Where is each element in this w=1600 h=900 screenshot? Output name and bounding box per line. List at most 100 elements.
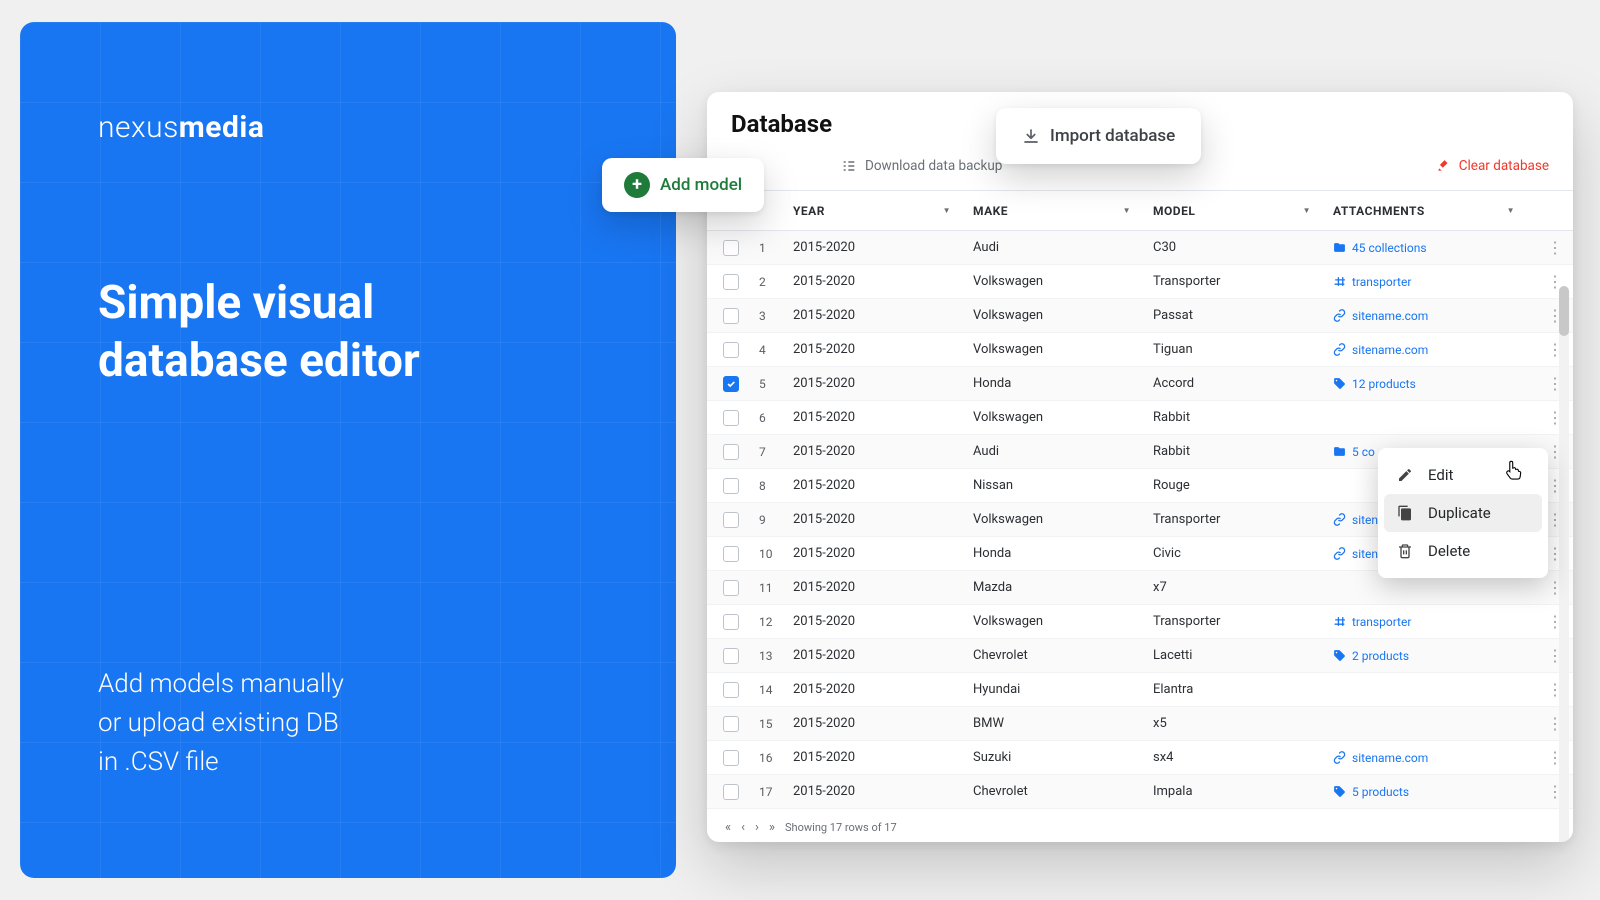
table-row[interactable]: 6 2015-2020 Volkswagen Rabbit ⋮ [707, 401, 1573, 435]
page-last-button[interactable]: » [769, 820, 775, 835]
row-checkbox[interactable] [723, 342, 739, 358]
cell-make: Audi [973, 240, 1153, 255]
cell-attachments: 12 products [1333, 377, 1537, 391]
row-checkbox[interactable] [723, 308, 739, 324]
scrollbar[interactable] [1559, 286, 1569, 842]
scrollbar-thumb[interactable] [1559, 286, 1569, 336]
cell-make: Honda [973, 546, 1153, 561]
table-row[interactable]: 14 2015-2020 Hyundai Elantra ⋮ [707, 673, 1573, 707]
add-model-button[interactable]: + Add model [602, 158, 764, 212]
row-checkbox[interactable] [723, 240, 739, 256]
cell-year: 2015-2020 [793, 342, 973, 357]
table-row[interactable]: 17 2015-2020 Chevrolet Impala 5 products… [707, 775, 1573, 809]
cell-model: sx4 [1153, 750, 1333, 765]
row-index: 4 [759, 343, 793, 357]
attachment-link[interactable]: 12 products [1333, 377, 1537, 391]
cell-model: Lacetti [1153, 648, 1333, 663]
cell-make: Volkswagen [973, 410, 1153, 425]
row-checkbox[interactable] [723, 512, 739, 528]
row-checkbox[interactable] [723, 648, 739, 664]
row-checkbox[interactable] [723, 580, 739, 596]
attachment-link[interactable]: sitename.com [1333, 343, 1537, 357]
col-model[interactable]: MODEL▼ [1153, 204, 1333, 218]
hero-headline: Simple visual database editor [98, 275, 598, 390]
cell-attachments: transporter [1333, 275, 1537, 289]
cell-model: Accord [1153, 376, 1333, 391]
row-checkbox[interactable] [723, 410, 739, 426]
table-row[interactable]: 15 2015-2020 BMW x5 ⋮ [707, 707, 1573, 741]
table-row[interactable]: 12 2015-2020 Volkswagen Transporter tran… [707, 605, 1573, 639]
row-index: 11 [759, 581, 793, 595]
ctx-delete[interactable]: Delete [1384, 532, 1542, 570]
row-index: 17 [759, 785, 793, 799]
hero-panel: nexusmedia Simple visual database editor… [20, 22, 676, 878]
attachment-link[interactable]: 2 products [1333, 649, 1537, 663]
table-row[interactable]: 3 2015-2020 Volkswagen Passat sitename.c… [707, 299, 1573, 333]
table-row[interactable]: 16 2015-2020 Suzuki sx4 sitename.com ⋮ [707, 741, 1573, 775]
cell-year: 2015-2020 [793, 648, 973, 663]
download-backup-button[interactable]: Download data backup [841, 158, 1002, 174]
attachment-link[interactable]: transporter [1333, 615, 1537, 629]
attachment-link[interactable]: sitename.com [1333, 751, 1537, 765]
col-attachments[interactable]: ATTACHMENTS▼ [1333, 204, 1537, 218]
row-index: 14 [759, 683, 793, 697]
cell-model: Impala [1153, 784, 1333, 799]
row-more-button[interactable]: ⋮ [1537, 238, 1573, 257]
cell-attachments: 2 products [1333, 649, 1537, 663]
row-index: 5 [759, 377, 793, 391]
row-index: 16 [759, 751, 793, 765]
cell-year: 2015-2020 [793, 444, 973, 459]
row-checkbox[interactable] [723, 716, 739, 732]
row-index: 10 [759, 547, 793, 561]
pencil-icon [1396, 466, 1414, 484]
import-database-button[interactable]: Import database [996, 108, 1201, 164]
duplicate-icon [1396, 504, 1414, 522]
cell-make: Suzuki [973, 750, 1153, 765]
row-checkbox[interactable] [723, 682, 739, 698]
cell-make: Audi [973, 444, 1153, 459]
page-next-button[interactable]: › [755, 820, 759, 835]
cell-year: 2015-2020 [793, 512, 973, 527]
sort-icon: ▼ [1303, 206, 1311, 215]
row-checkbox[interactable] [723, 750, 739, 766]
table-row[interactable]: 1 2015-2020 Audi C30 45 collections ⋮ [707, 231, 1573, 265]
row-checkbox[interactable] [723, 274, 739, 290]
page-prev-button[interactable]: ‹ [741, 820, 745, 835]
cell-make: Mazda [973, 580, 1153, 595]
row-context-menu: Edit Duplicate Delete [1378, 448, 1548, 578]
table-row[interactable]: 5 2015-2020 Honda Accord 12 products ⋮ [707, 367, 1573, 401]
row-checkbox[interactable] [723, 444, 739, 460]
attachment-link[interactable]: transporter [1333, 275, 1537, 289]
col-year[interactable]: YEAR▼ [793, 204, 973, 218]
cell-year: 2015-2020 [793, 546, 973, 561]
ctx-edit[interactable]: Edit [1384, 456, 1542, 494]
table-row[interactable]: 4 2015-2020 Volkswagen Tiguan sitename.c… [707, 333, 1573, 367]
cell-year: 2015-2020 [793, 478, 973, 493]
cell-year: 2015-2020 [793, 376, 973, 391]
table-row[interactable]: 2 2015-2020 Volkswagen Transporter trans… [707, 265, 1573, 299]
row-checkbox[interactable] [723, 546, 739, 562]
cell-attachments: sitename.com [1333, 309, 1537, 323]
sort-icon: ▼ [1507, 206, 1515, 215]
row-index: 3 [759, 309, 793, 323]
attachment-link[interactable]: 5 products [1333, 785, 1537, 799]
row-checkbox[interactable] [723, 376, 739, 392]
attachment-link[interactable]: sitename.com [1333, 309, 1537, 323]
clear-database-button[interactable]: Clear database [1437, 158, 1549, 174]
row-checkbox[interactable] [723, 478, 739, 494]
cell-make: Chevrolet [973, 648, 1153, 663]
cell-model: Passat [1153, 308, 1333, 323]
cell-model: Transporter [1153, 614, 1333, 629]
page-first-button[interactable]: « [725, 820, 731, 835]
row-checkbox[interactable] [723, 614, 739, 630]
cell-model: Transporter [1153, 512, 1333, 527]
row-index: 7 [759, 445, 793, 459]
attachment-link[interactable]: 45 collections [1333, 241, 1537, 255]
table-row[interactable]: 13 2015-2020 Chevrolet Lacetti 2 product… [707, 639, 1573, 673]
cell-year: 2015-2020 [793, 240, 973, 255]
col-make[interactable]: MAKE▼ [973, 204, 1153, 218]
row-checkbox[interactable] [723, 784, 739, 800]
ctx-duplicate[interactable]: Duplicate [1384, 494, 1542, 532]
cell-model: x7 [1153, 580, 1333, 595]
brand-light: nexus [98, 110, 179, 145]
